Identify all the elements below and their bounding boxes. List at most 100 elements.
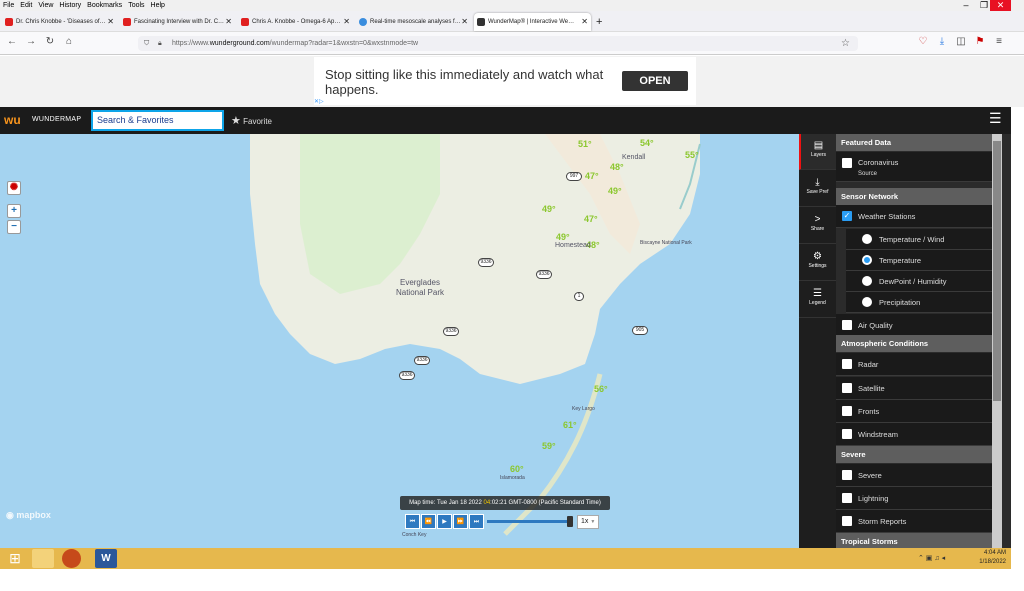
menu-tools[interactable]: Tools [128,2,144,9]
tab-layers[interactable]: ▤ Layers [799,134,836,170]
close-tab-icon[interactable]: ✕ [343,13,350,31]
station-option[interactable]: Temperature [846,250,992,271]
station-temp[interactable]: 49° [542,204,556,214]
layer-coronavirus[interactable]: Coronavirus Source [836,152,992,182]
station-temp[interactable]: 55° [685,150,699,160]
menu-bookmarks[interactable]: Bookmarks [87,2,122,9]
extension-icon[interactable]: ⚑ [973,36,987,47]
speed-select[interactable]: 1x ▼ [577,515,599,529]
layer-lightning[interactable]: Lightning [836,487,992,510]
reload-icon[interactable]: ↻ [43,36,57,47]
word-icon[interactable]: W [95,549,117,568]
station-temp[interactable]: 54° [640,138,654,148]
close-tab-icon[interactable]: ✕ [107,13,114,31]
checkbox[interactable] [842,320,852,330]
station-option[interactable]: Precipitation [846,292,992,313]
browser-tab[interactable]: Real-time mesoscale analyses f… ✕ [356,13,471,31]
layer-fronts[interactable]: Fronts [836,400,992,423]
ad-open-button[interactable]: OPEN [622,71,688,91]
favorite-button[interactable]: ★ Favorite [231,114,272,127]
timeline-slider[interactable] [487,520,571,523]
layer-weather-stations[interactable]: ✓ Weather Stations [836,205,992,228]
minimize-icon[interactable]: – [956,0,976,11]
browser-tab-active[interactable]: WunderMap® | Interactive We… ✕ [474,13,591,31]
close-tab-icon[interactable]: ✕ [461,13,468,31]
station-temp[interactable]: 59° [542,441,556,451]
radio[interactable] [862,234,872,244]
skip-end-icon[interactable]: ⏭ [469,514,484,529]
close-tab-icon[interactable]: ✕ [225,13,232,31]
windows-start-icon[interactable]: ⊞ [4,549,26,568]
tab-settings[interactable]: ⚙ Settings [799,245,836,281]
rewind-icon[interactable]: ⏪ [421,514,436,529]
bookmark-star-icon[interactable]: ☆ [841,36,850,51]
fast-forward-icon[interactable]: ⏩ [453,514,468,529]
browser-tab[interactable]: Chris A. Knobbe - Omega-6 Ap… ✕ [238,13,353,31]
ad-choices-icon[interactable]: ✕▷ [314,98,324,105]
layer-radar[interactable]: Radar [836,353,992,376]
forward-icon[interactable]: → [24,36,38,47]
checkbox[interactable] [842,406,852,416]
map-canvas[interactable]: ✺ + − 51° 49° 54° 48° 47° 49° 49° 47° 48… [0,134,800,548]
checkbox-checked[interactable]: ✓ [842,211,852,221]
layer-air-quality[interactable]: Air Quality [836,314,992,337]
station-option[interactable]: DewPoint / Humidity [846,271,992,292]
layer-severe[interactable]: Severe [836,464,992,487]
checkbox[interactable] [842,429,852,439]
menu-edit[interactable]: Edit [20,2,32,9]
menu-view[interactable]: View [38,2,53,9]
download-icon[interactable]: ⤓ [935,36,949,47]
radio-selected[interactable] [862,255,872,265]
locate-icon[interactable]: ✺ [7,181,21,195]
source-link[interactable]: Source [858,170,877,178]
close-window-icon[interactable]: ✕ [990,0,1011,11]
timeline-handle[interactable] [567,516,573,527]
station-temp[interactable]: 48° [610,162,624,172]
layer-windstream[interactable]: Windstream [836,423,992,446]
checkbox[interactable] [842,158,852,168]
hamburger-menu-icon[interactable]: ☰ [989,110,1002,127]
new-tab-button[interactable]: + [594,13,608,31]
menu-history[interactable]: History [59,2,81,9]
checkbox[interactable] [842,383,852,393]
tab-save-pref[interactable]: ⤓ Save Pref [799,171,836,207]
station-temp[interactable]: 60° [510,464,524,474]
file-explorer-icon[interactable] [32,549,54,568]
menu-file[interactable]: File [3,2,14,9]
checkbox[interactable] [842,493,852,503]
page-scrollbar[interactable] [1011,107,1024,569]
station-temp[interactable]: 49° [608,186,622,196]
checkbox[interactable] [842,359,852,369]
panel-scroll-thumb[interactable] [993,141,1001,401]
clock[interactable]: 4:04 AM 1/18/2022 [968,549,1006,567]
skip-start-icon[interactable]: ⏮ [405,514,420,529]
layer-satellite[interactable]: Satellite [836,377,992,400]
station-temp[interactable]: 56° [594,384,608,394]
wu-logo[interactable]: wu [4,113,21,127]
menu-help[interactable]: Help [151,2,165,9]
zoom-in-button[interactable]: + [7,204,21,218]
station-option[interactable]: Temperature / Wind [846,229,992,250]
browser-tab[interactable]: Fascinating Interview with Dr. C… ✕ [120,13,235,31]
ad-banner[interactable]: Stop sitting like this immediately and w… [314,57,696,105]
search-input[interactable]: Search & Favorites [91,110,224,131]
home-icon[interactable]: ⌂ [62,36,76,47]
layer-storm-reports[interactable]: Storm Reports [836,510,992,533]
station-temp[interactable]: 61° [563,420,577,430]
pocket-icon[interactable]: ♡ [916,36,930,47]
checkbox[interactable] [842,516,852,526]
checkbox[interactable] [842,470,852,480]
station-temp[interactable]: 51° [578,139,592,149]
play-icon[interactable]: ▶ [437,514,452,529]
url-bar[interactable]: ⛉ 🔒︎ https://www.wunderground.com/wunder… [138,36,858,51]
radio[interactable] [862,276,872,286]
tray-icons[interactable]: ⌃ ▣ ♫ ◂ [918,554,945,562]
app-menu-icon[interactable]: ≡ [992,36,1006,47]
browser-tab[interactable]: Dr. Chris Knobbe - 'Diseases of… ✕ [2,13,117,31]
sidebar-icon[interactable]: ◫ [954,36,968,47]
tab-legend[interactable]: ☰ Legend [799,282,836,318]
radio[interactable] [862,297,872,307]
zoom-out-button[interactable]: − [7,220,21,234]
firefox-icon[interactable] [62,549,81,568]
station-temp[interactable]: 47° [585,171,599,181]
